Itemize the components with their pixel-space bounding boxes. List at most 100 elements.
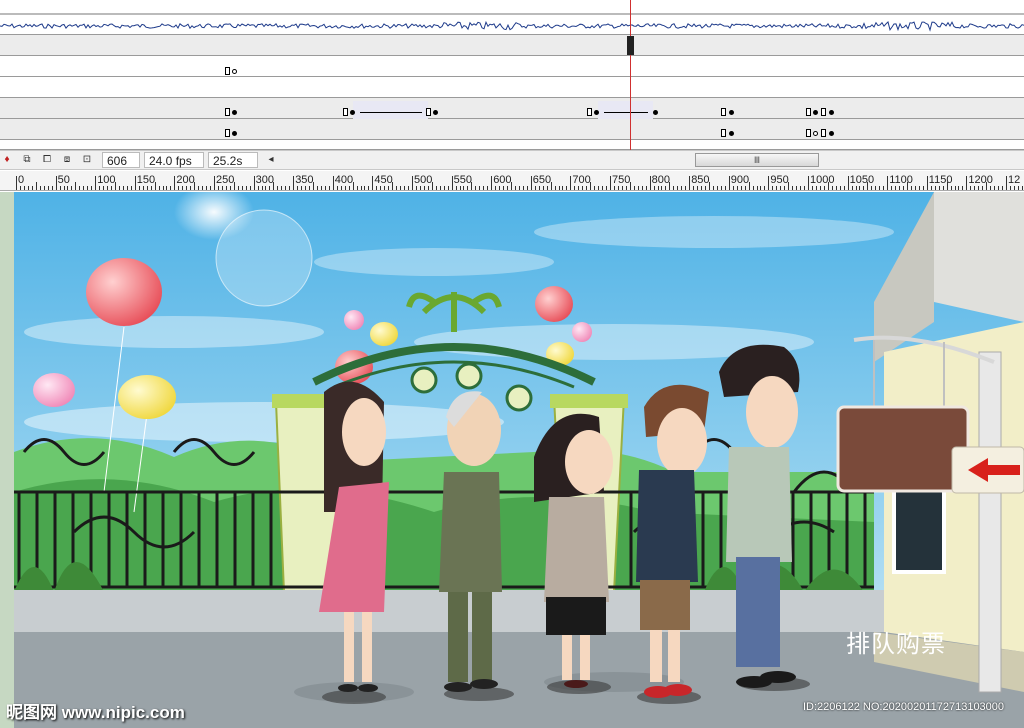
ruler-tick [174, 176, 176, 190]
ruler-tick [75, 182, 77, 190]
keyframe-blank[interactable] [806, 129, 811, 137]
ruler-tick [35, 182, 37, 190]
ruler-tick [978, 186, 980, 190]
keyframe-blank[interactable] [587, 108, 592, 116]
motion-tween-2[interactable] [598, 101, 653, 119]
playhead-marker[interactable] [627, 36, 634, 55]
timeline-row-4[interactable] [0, 98, 1024, 119]
ruler-label: 700 [572, 174, 591, 186]
ruler-tick [146, 186, 148, 190]
keyframe[interactable] [813, 110, 818, 115]
keyframe-blank[interactable] [343, 108, 348, 116]
ruler-tick [400, 186, 402, 190]
elapsed-time-field[interactable]: 25.2s [208, 152, 258, 168]
timeline-horizontal-scrollbar[interactable]: Ⅲ [695, 153, 819, 167]
keyframe-marker-icon[interactable]: ♦ [0, 153, 14, 167]
ruler-tick [71, 186, 73, 190]
ruler-tick [974, 186, 976, 190]
ruler-tick [277, 186, 279, 190]
keyframe[interactable] [350, 110, 355, 115]
keyframe[interactable] [729, 110, 734, 115]
ruler-tick [1002, 186, 1004, 190]
keyframe[interactable] [829, 131, 834, 136]
ruler-tick [261, 186, 263, 190]
timeline-row-1[interactable] [0, 35, 1024, 56]
keyframe-blank[interactable] [225, 108, 230, 116]
keyframe-blank[interactable] [721, 108, 726, 116]
ruler-tick [835, 186, 837, 190]
ruler-tick [265, 186, 267, 190]
keyframe[interactable] [232, 131, 237, 136]
timeline-row-audio[interactable] [0, 0, 1024, 35]
playhead-line[interactable] [630, 0, 631, 150]
ruler-tick [487, 186, 489, 190]
ruler-tick [526, 186, 528, 190]
marker-range-icon[interactable]: ⊡ [80, 153, 94, 167]
ruler-label: 900 [730, 174, 750, 186]
edit-multiple-frames-icon[interactable]: ⧈ [60, 153, 74, 167]
ruler-tick [150, 186, 152, 190]
ruler-tick [594, 186, 596, 190]
timeline-row-6[interactable] [0, 140, 1024, 150]
timeline-panel[interactable] [0, 0, 1024, 150]
ruler-tick [170, 186, 172, 190]
ruler-tick [613, 186, 615, 190]
timeline-row-2[interactable] [0, 56, 1024, 77]
keyframe-blank[interactable] [225, 129, 230, 137]
ruler-tick [336, 186, 338, 190]
onion-outline-icon[interactable]: ⧠ [40, 153, 54, 167]
ruler-tick [245, 186, 247, 190]
timeline-row-3[interactable] [0, 77, 1024, 98]
ruler-tick [221, 186, 223, 190]
keyframe-ring[interactable] [813, 131, 818, 136]
keyframe[interactable] [594, 110, 599, 115]
ruler-tick [918, 186, 920, 190]
ruler-label: 1150 [928, 174, 953, 186]
ruler-label: 850 [691, 174, 710, 186]
scroll-left-icon[interactable]: ◂ [264, 153, 278, 167]
keyframe-blank[interactable] [806, 108, 811, 116]
ruler-tick [285, 186, 287, 190]
watermark-logo: 昵图网 www.nipic.com [6, 703, 185, 722]
ruler-tick [701, 186, 703, 190]
keyframe[interactable] [829, 110, 834, 115]
keyframe-blank[interactable] [821, 108, 826, 116]
keyframe-ring[interactable] [232, 69, 237, 74]
ruler-label: 800 [651, 174, 670, 186]
stage[interactable]: 排队购票 [0, 192, 1024, 728]
ruler-tick [16, 176, 17, 190]
keyframe[interactable] [729, 131, 734, 136]
ruler-tick [83, 186, 85, 190]
ruler-tick [962, 186, 964, 190]
ruler-tick [602, 186, 604, 190]
ruler-label: 200 [176, 174, 195, 186]
motion-tween-1[interactable] [353, 101, 428, 119]
ruler-tick [673, 186, 675, 190]
keyframe[interactable] [653, 110, 658, 115]
ruler-tick [558, 186, 560, 190]
onion-skin-icon[interactable]: ⧉ [20, 153, 34, 167]
ruler-tick [412, 176, 413, 190]
keyframe-blank[interactable] [821, 129, 826, 137]
ruler-tick [47, 186, 49, 190]
ruler-tick [720, 186, 722, 190]
ruler-tick [1006, 176, 1007, 190]
ruler-tick [681, 186, 683, 190]
ruler-tick [764, 186, 766, 190]
keyframe[interactable] [232, 110, 237, 115]
ruler-tick [293, 176, 295, 190]
ruler-tick [495, 186, 497, 190]
timeline-row-5[interactable] [0, 119, 1024, 140]
keyframe[interactable] [433, 110, 438, 115]
current-frame-field[interactable]: 606 [102, 152, 140, 168]
ruler-tick [182, 186, 184, 190]
frame-rate-field[interactable]: 24.0 fps [144, 152, 204, 168]
ruler-label: 750 [612, 174, 631, 186]
ruler-tick [855, 186, 857, 190]
ruler-tick [697, 186, 699, 190]
ruler-tick [570, 176, 572, 190]
keyframe-blank[interactable] [426, 108, 431, 116]
keyframe-blank[interactable] [721, 129, 726, 137]
keyframe-blank[interactable] [225, 67, 230, 75]
ruler-label: 50 [57, 174, 70, 186]
